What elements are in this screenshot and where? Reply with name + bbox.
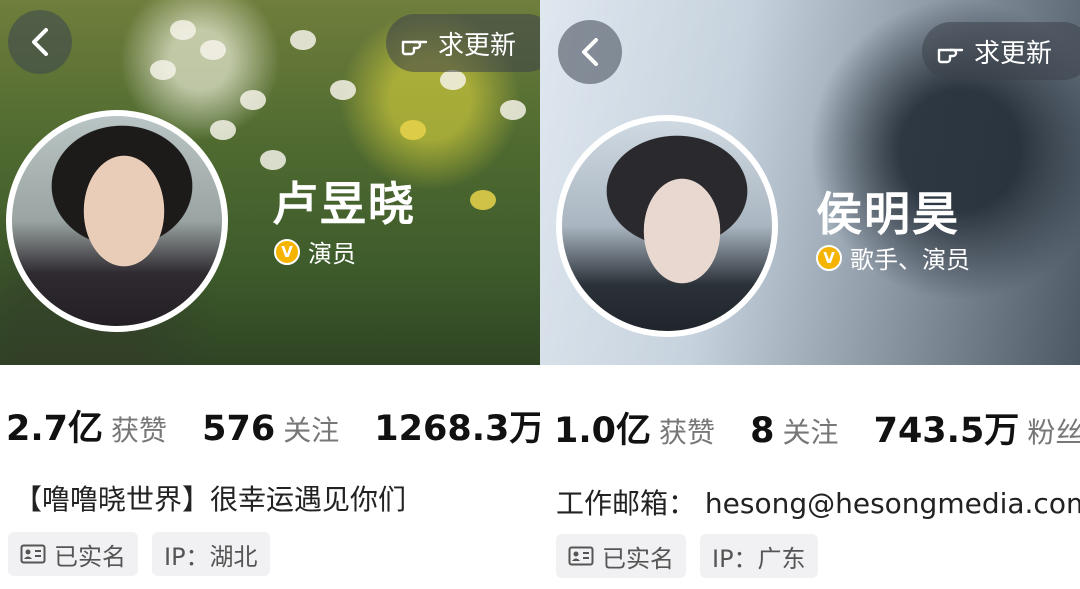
stat-value: 1.0亿 [554,411,652,451]
ip-location-label: IP：广东 [712,544,806,573]
stats-row: 1.0亿 获赞 8 关注 743.5万 粉丝 [554,402,1080,452]
stat-label: 获赞 [659,416,716,449]
profile-bio: 工作邮箱： hesong@hesongmedia.com [556,487,1080,520]
ip-location-tag: IP：广东 [700,534,818,578]
realname-tag[interactable]: 已实名 [8,532,138,576]
realname-label: 已实名 [602,544,674,573]
stats-row: 2.7亿 获赞 576 关注 1268.3万 [6,400,540,450]
profile-name: 侯明昊 [816,187,960,241]
stat-label: 粉丝 [1027,416,1080,449]
ip-location-tag: IP：湖北 [152,532,270,576]
tags-row: 已实名 IP：广东 [556,534,832,578]
request-update-label: 求更新 [438,30,517,61]
pointing-hand-icon [401,40,428,56]
back-button[interactable] [558,20,622,84]
stat-value: 2.7亿 [6,409,104,449]
stat-value: 1268.3万 [374,409,540,449]
back-button[interactable] [8,10,72,74]
stat-followers[interactable]: 743.5万 粉丝 [874,402,1080,453]
stat-following[interactable]: 8 关注 [750,411,838,451]
chevron-left-icon [582,38,598,66]
verified-role: 歌手、演员 [850,246,970,274]
request-update-label: 求更新 [974,38,1053,69]
request-update-button[interactable]: 求更新 [386,14,540,72]
tags-row: 已实名 IP：湖北 [8,532,284,576]
stat-likes[interactable]: 1.0亿 获赞 [554,402,715,453]
profile-name: 卢昱晓 [272,177,416,231]
verified-role: 演员 [308,240,356,268]
stat-label: 关注 [283,414,340,447]
realname-tag[interactable]: 已实名 [556,534,686,578]
stat-value: 8 [750,411,775,451]
stat-label: 关注 [782,416,839,449]
stat-likes[interactable]: 2.7亿 获赞 [6,400,167,451]
chevron-left-icon [32,28,48,56]
profile-bio: 【噜噜晓世界】很幸运遇见你们 [14,483,407,516]
stat-following[interactable]: 576 关注 [202,409,339,449]
realname-label: 已实名 [54,542,126,571]
profile-screen-right: 求更新 侯明昊 V 歌手、演员 1.0亿 获赞 8 关注 743.5万 粉丝 工作邮箱… [540,0,1080,589]
id-card-icon [20,544,46,564]
avatar[interactable] [6,110,228,332]
verified-v-icon: V [274,238,300,265]
verified-v-icon: V [816,244,842,271]
ip-location-label: IP：湖北 [164,542,258,571]
pointing-hand-icon [937,48,964,64]
id-card-icon [568,546,594,566]
avatar[interactable] [556,115,778,337]
stat-value: 576 [202,409,276,449]
request-update-button[interactable]: 求更新 [922,22,1080,80]
verified-row: V 歌手、演员 [816,240,970,275]
stat-label: 获赞 [111,414,168,447]
profile-screen-left: 求更新 卢昱晓 V 演员 2.7亿 获赞 576 关注 1268.3万 【噜噜晓世界… [0,0,540,589]
stat-value: 743.5万 [873,411,1020,451]
stat-followers[interactable]: 1268.3万 [374,400,540,451]
verified-row: V 演员 [274,234,356,269]
